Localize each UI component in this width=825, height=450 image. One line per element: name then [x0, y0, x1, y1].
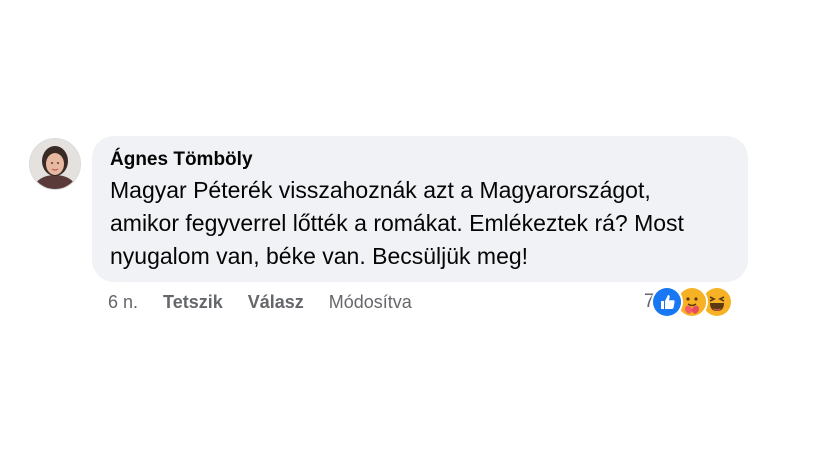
comment-timestamp[interactable]: 6 n. — [108, 292, 138, 313]
comment-text-line: nyugalom van, béke van. Becsüljük meg! — [110, 243, 529, 269]
reply-button[interactable]: Válasz — [248, 292, 304, 313]
like-icon — [650, 286, 683, 318]
comment-text-line: Magyar Péterék visszahoznák azt a Magyar… — [110, 177, 651, 203]
reaction-summary[interactable]: 7 — [644, 286, 733, 318]
avatar-image — [30, 139, 80, 189]
comment-text: Magyar Péterék visszahoznák azt a Magyar… — [110, 174, 730, 273]
comment-section: Ágnes Tömböly Magyar Péterék visszahozná… — [0, 0, 825, 450]
comment-bubble: Ágnes Tömböly Magyar Péterék visszahozná… — [92, 136, 748, 282]
like-button[interactable]: Tetszik — [163, 292, 223, 313]
comment-actions: 6 n. Tetszik Válasz Módosítva — [108, 289, 437, 315]
comment-author[interactable]: Ágnes Tömböly — [110, 148, 730, 172]
edited-label[interactable]: Módosítva — [329, 292, 412, 313]
comment-text-line: amikor fegyverrel lőtték a romákat. Emlé… — [110, 210, 684, 236]
avatar[interactable] — [29, 138, 81, 190]
